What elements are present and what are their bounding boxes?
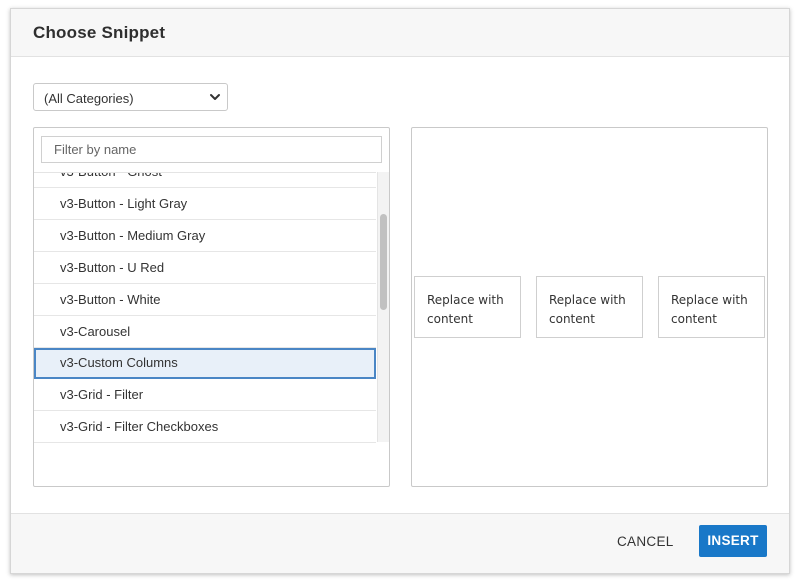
dialog-header: Choose Snippet [11, 9, 789, 57]
preview-column: Replace with content [414, 276, 521, 338]
scrollbar-thumb[interactable] [380, 214, 387, 310]
snippet-item[interactable]: v3-Grid - Filter [34, 379, 376, 411]
snippet-list: v3-Button - Ghost v3-Button - Light Gray… [34, 172, 376, 443]
category-select[interactable]: (All Categories) [33, 83, 228, 111]
chevron-down-icon [210, 94, 220, 100]
insert-button[interactable]: INSERT [699, 525, 767, 557]
snippet-preview-panel: Replace with content Replace with conten… [411, 127, 768, 487]
snippet-item-selected[interactable]: v3-Custom Columns [34, 348, 376, 379]
choose-snippet-dialog: Choose Snippet (All Categories) v3-Butto… [10, 8, 790, 574]
snippet-list-panel: v3-Button - Ghost v3-Button - Light Gray… [33, 127, 390, 487]
snippet-item[interactable]: v3-Button - White [34, 284, 376, 316]
snippet-item[interactable]: v3-Button - Ghost [34, 173, 376, 188]
preview-column: Replace with content [658, 276, 765, 338]
snippet-item[interactable]: v3-Button - Medium Gray [34, 220, 376, 252]
dialog-title: Choose Snippet [33, 23, 166, 42]
snippet-item[interactable]: v3-Button - Light Gray [34, 188, 376, 220]
cancel-button[interactable]: CANCEL [617, 534, 674, 549]
snippet-item[interactable]: v3-Grid - Filter Checkboxes [34, 411, 376, 443]
dialog-footer: CANCEL INSERT [11, 513, 789, 573]
filter-input[interactable] [41, 136, 382, 163]
snippet-item[interactable]: v3-Carousel [34, 316, 376, 348]
snippet-item[interactable]: v3-Button - U Red [34, 252, 376, 284]
category-select-value: (All Categories) [44, 91, 134, 106]
list-scrollbar[interactable] [377, 172, 389, 442]
preview-column: Replace with content [536, 276, 643, 338]
